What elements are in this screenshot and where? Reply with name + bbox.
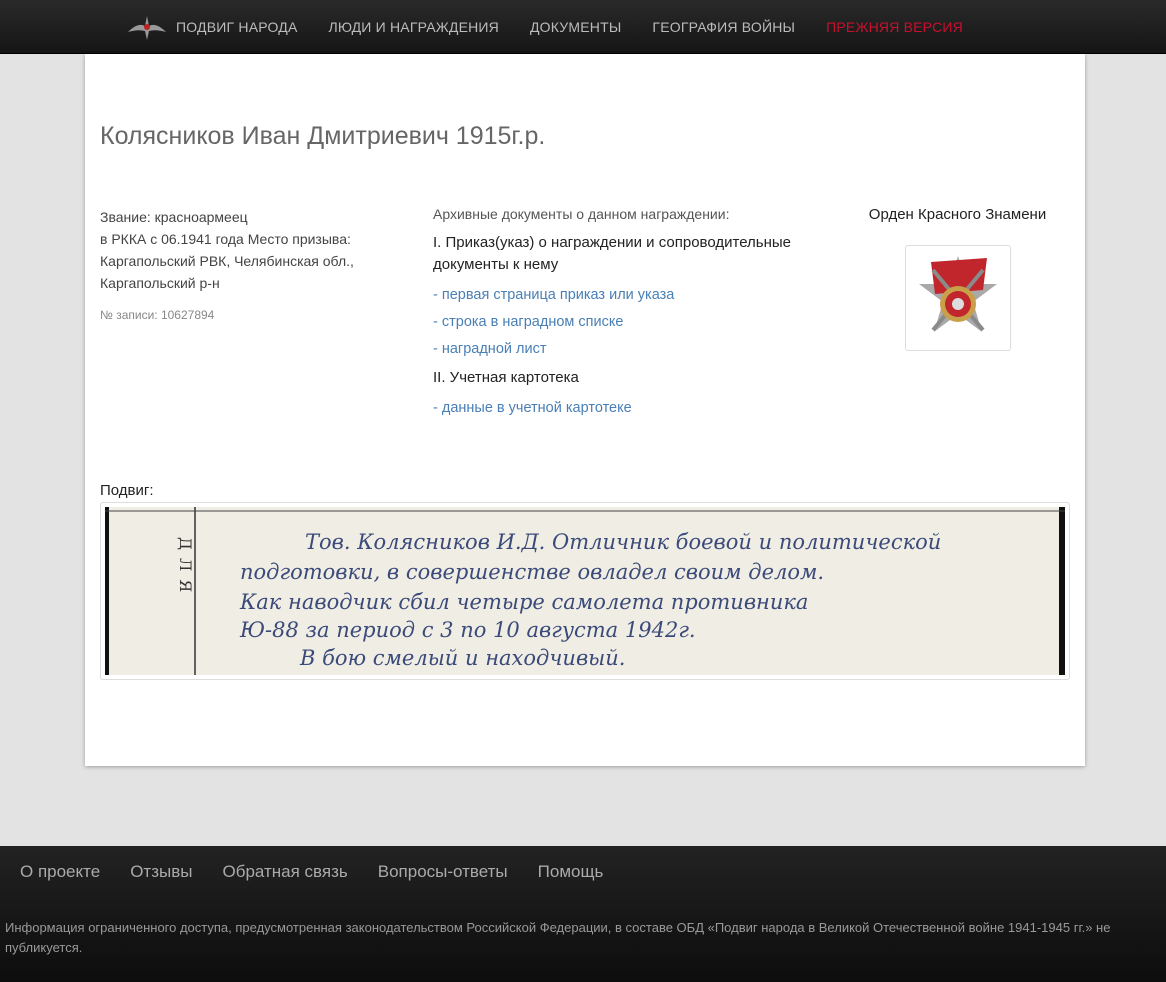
side-label: ДЛЯ: [176, 537, 195, 600]
footer-feedback[interactable]: Обратная связь: [222, 862, 347, 882]
rank: Звание: красноармеец: [100, 209, 248, 225]
award-name: Орден Красного Знамени: [868, 206, 1047, 223]
footer-disclaimer: Информация ограниченного доступа, предус…: [5, 920, 1111, 955]
nav-war-geography[interactable]: ГЕОГРАФИЯ ВОЙНЫ: [652, 19, 795, 35]
person-card: Колясников Иван Дмитриевич 1915г.р. Зван…: [85, 54, 1085, 766]
feat-document-image[interactable]: ДЛЯ Тов. Колясников И.Д. Отличник боевой…: [100, 502, 1070, 680]
handwritten-document: ДЛЯ Тов. Колясников И.Д. Отличник боевой…: [105, 507, 1065, 675]
medal-icon: [918, 256, 997, 332]
main-nav: ПОДВИГ НАРОДА ЛЮДИ И НАГРАЖДЕНИЯ ДОКУМЕН…: [128, 0, 994, 54]
award-info: Орден Красного Знамени: [855, 206, 1060, 351]
archive-heading: Архивные документы о данном награждении:: [433, 206, 730, 222]
feat-label: Подвиг:: [100, 482, 154, 499]
handwriting-line: подготовки, в совершенстве овладел своим…: [240, 560, 824, 584]
footer: О проекте Отзывы Обратная связь Вопросы-…: [0, 846, 1166, 982]
link-award-sheet[interactable]: - наградной лист: [433, 341, 833, 357]
handwriting-line: Ю-88 за период с 3 по 10 августа 1942г.: [239, 618, 696, 642]
handwriting-line: Тов. Колясников И.Д. Отличник боевой и п…: [305, 530, 941, 554]
link-card-index-data[interactable]: - данные в учетной картотеке: [433, 400, 833, 416]
nav-people-awards[interactable]: ЛЮДИ И НАГРАЖДЕНИЯ: [328, 19, 499, 35]
footer-reviews[interactable]: Отзывы: [130, 862, 192, 882]
nav-podvig-naroda[interactable]: ПОДВИГ НАРОДА: [176, 19, 297, 35]
page-title: Колясников Иван Дмитриевич 1915г.р.: [100, 122, 546, 150]
footer-faq[interactable]: Вопросы-ответы: [378, 862, 508, 882]
person-info: Звание: красноармеец в РККА с 06.1941 го…: [100, 206, 400, 326]
section-order: I. Приказ(указ) о награждении и сопровод…: [433, 234, 792, 273]
link-order-first-page[interactable]: - первая страница приказ или указа: [433, 287, 833, 303]
record-number: № записи: 10627894: [100, 308, 215, 322]
order-red-banner-image[interactable]: [904, 245, 1011, 351]
handwriting-line: Как наводчик сбил четыре самолета против…: [239, 590, 808, 614]
top-navbar: ПОДВИГ НАРОДА ЛЮДИ И НАГРАЖДЕНИЯ ДОКУМЕН…: [0, 0, 1166, 54]
footer-nav: О проекте Отзывы Обратная связь Вопросы-…: [20, 862, 633, 882]
service-details: в РККА с 06.1941 года Место призыва: Кар…: [100, 231, 354, 291]
nav-documents[interactable]: ДОКУМЕНТЫ: [530, 19, 621, 35]
footer-help[interactable]: Помощь: [538, 862, 604, 882]
handwriting-line: В бою смелый и находчивый.: [299, 646, 625, 670]
section-card-index: II. Учетная картотека: [433, 369, 579, 386]
nav-old-version[interactable]: ПРЕЖНЯЯ ВЕРСИЯ: [826, 19, 963, 35]
footer-about[interactable]: О проекте: [20, 862, 100, 882]
eagle-emblem-icon[interactable]: [128, 12, 166, 42]
archive-documents: Архивные документы о данном награждении:…: [433, 206, 833, 416]
link-award-list-row[interactable]: - строка в наградном списке: [433, 314, 833, 330]
